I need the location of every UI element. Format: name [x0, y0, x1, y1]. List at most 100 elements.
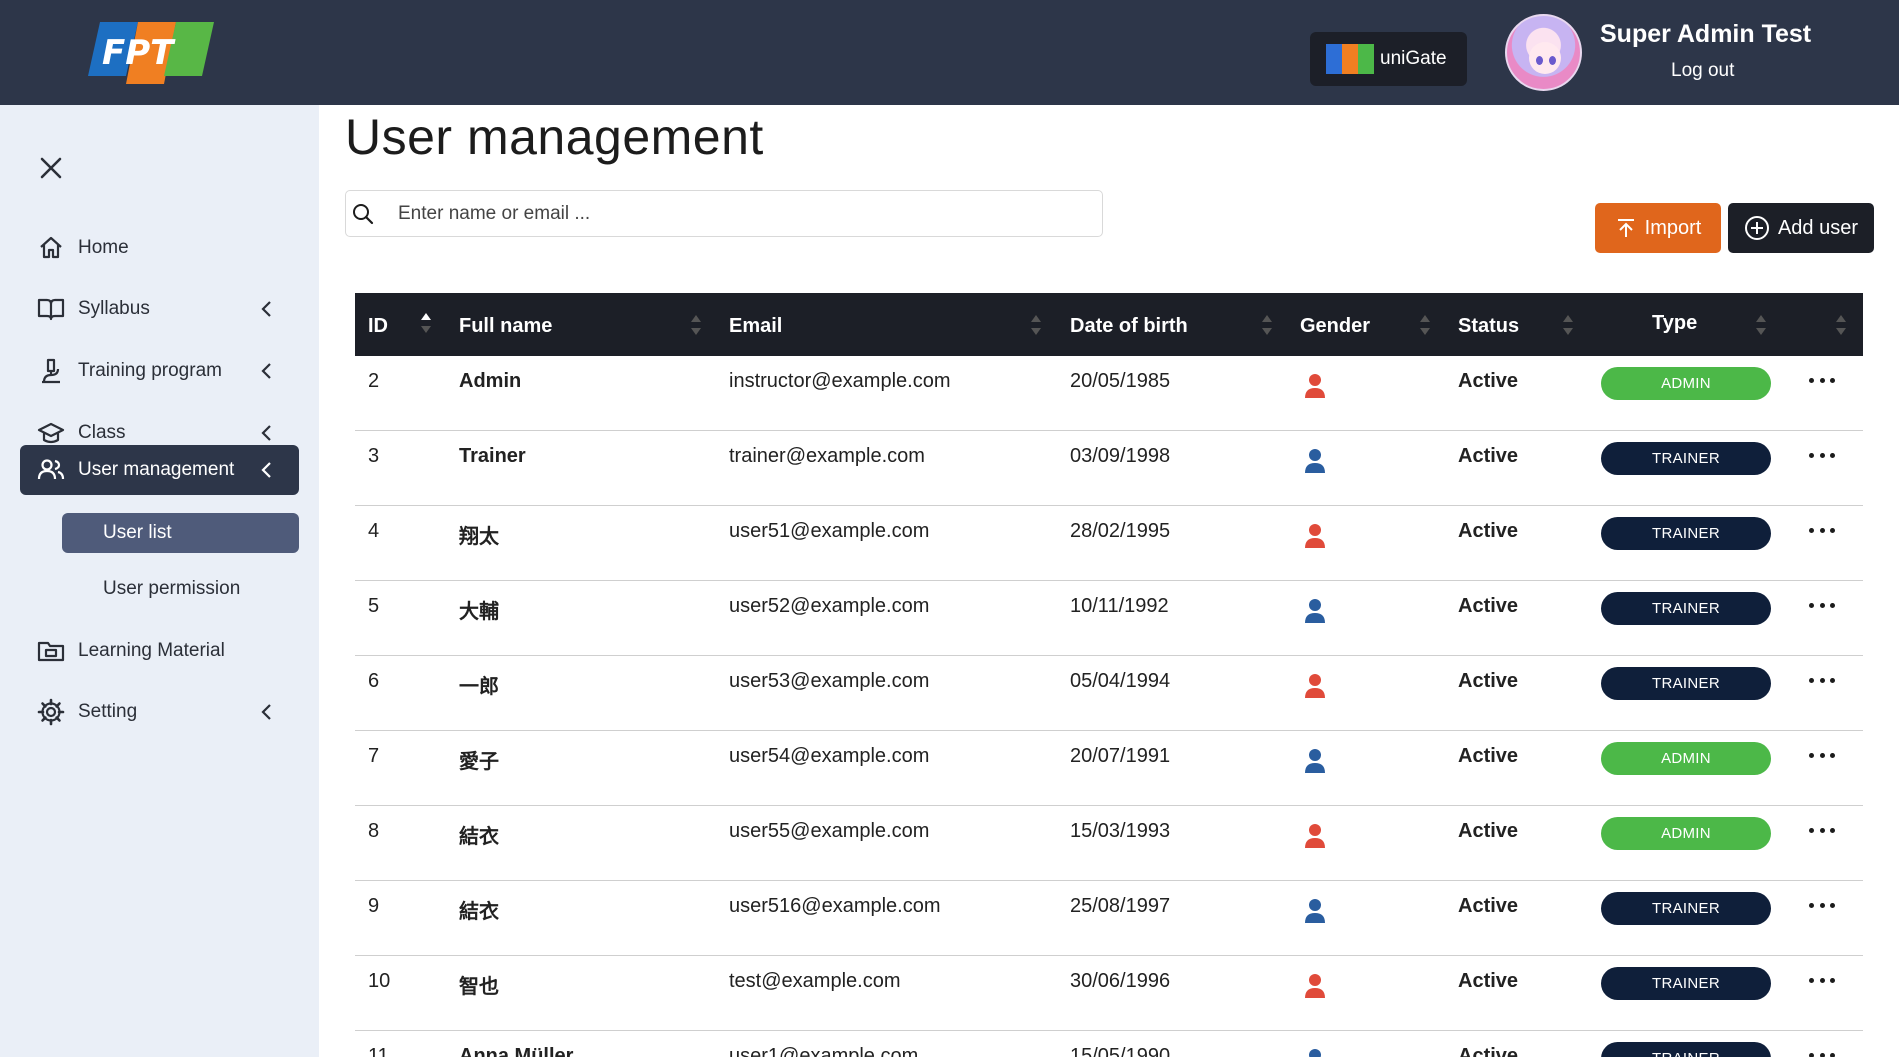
cell-email: user52@example.com — [729, 595, 930, 617]
table-row[interactable]: 9 結衣 user516@example.com 25/08/1997 Active TR… — [355, 881, 1863, 956]
cell-date-of-birth: 15/03/1993 — [1070, 820, 1171, 842]
fpt-logo[interactable]: FPT — [88, 14, 218, 90]
sidebar-item-label: Learning Material — [78, 640, 225, 661]
type-badge: TRAINER — [1601, 592, 1771, 625]
cell-email: user53@example.com — [729, 670, 930, 692]
import-label: Import — [1644, 216, 1702, 239]
avatar-eye-right — [1549, 56, 1556, 65]
type-badge: ADMIN — [1601, 817, 1771, 850]
female-user-icon — [1305, 974, 1325, 998]
type-badge: TRAINER — [1601, 442, 1771, 475]
more-actions-icon[interactable] — [1809, 978, 1835, 986]
upload-icon — [1617, 219, 1634, 237]
sort-icon[interactable] — [1755, 313, 1767, 337]
sort-icon[interactable] — [1261, 313, 1273, 337]
add-user-label: Add user — [1777, 216, 1859, 239]
cell-date-of-birth: 30/06/1996 — [1070, 970, 1171, 992]
cell-status: Active — [1458, 520, 1519, 542]
search-box[interactable] — [345, 190, 1103, 237]
column-header-type[interactable]: Type — [1652, 312, 1697, 335]
chevron-left-icon — [261, 462, 271, 478]
column-header-gender[interactable]: Gender — [1300, 315, 1370, 338]
sidebar-item-training-program[interactable]: Training program — [20, 346, 299, 396]
search-input[interactable] — [398, 202, 1048, 225]
cell-email: user1@example.com — [729, 1045, 919, 1057]
cell-full-name: Admin — [459, 370, 522, 392]
fpt-logo-text: FPT — [102, 33, 176, 73]
column-header-email[interactable]: Email — [729, 315, 782, 338]
sort-icon[interactable] — [1030, 313, 1042, 337]
more-actions-icon[interactable] — [1809, 453, 1835, 461]
cell-date-of-birth: 20/07/1991 — [1070, 745, 1171, 767]
cell-id: 10 — [368, 970, 391, 992]
more-actions-icon[interactable] — [1809, 528, 1835, 536]
add-user-button[interactable]: Add user — [1728, 203, 1874, 253]
sort-icon[interactable] — [1419, 313, 1431, 337]
sidebar-item-syllabus[interactable]: Syllabus — [20, 284, 299, 334]
cell-email: user51@example.com — [729, 520, 930, 542]
sidebar: Home Syllabus Training program Class Use… — [0, 105, 319, 1057]
column-header-id[interactable]: ID — [368, 315, 388, 338]
cell-id: 7 — [368, 745, 380, 767]
table-row[interactable]: 7 愛子 user54@example.com 20/07/1991 Active ADM… — [355, 731, 1863, 806]
more-actions-icon[interactable] — [1809, 603, 1835, 611]
cell-status: Active — [1458, 895, 1519, 917]
import-button[interactable]: Import — [1595, 203, 1721, 253]
sort-icon[interactable] — [690, 313, 702, 337]
cell-id: 8 — [368, 820, 380, 842]
microscope-icon — [36, 356, 66, 386]
sidebar-item-home[interactable]: Home — [20, 223, 299, 273]
more-actions-icon[interactable] — [1809, 828, 1835, 836]
table-row[interactable]: 10 智也 test@example.com 30/06/1996 Active TRAI… — [355, 956, 1863, 1031]
cell-id: 9 — [368, 895, 380, 917]
table-row[interactable]: 2 Admin instructor@example.com 20/05/1985 Ac… — [355, 356, 1863, 431]
table-row[interactable]: 3 Trainer trainer@example.com 03/09/1998 Act… — [355, 431, 1863, 506]
male-user-icon — [1305, 749, 1325, 773]
close-icon[interactable] — [38, 155, 64, 181]
users-icon — [36, 455, 66, 485]
sidebar-subitem-user-list[interactable]: User list — [62, 513, 299, 553]
logout-link[interactable]: Log out — [1671, 60, 1734, 82]
unigate-button[interactable]: uniGate — [1310, 32, 1467, 86]
table-row[interactable]: 6 一郎 user53@example.com 05/04/1994 Active TRA… — [355, 656, 1863, 731]
column-header-status[interactable]: Status — [1458, 315, 1519, 338]
cell-status: Active — [1458, 670, 1519, 692]
male-user-icon — [1309, 1049, 1321, 1057]
sort-icon[interactable] — [1835, 313, 1847, 337]
chevron-left-icon — [261, 363, 271, 379]
more-actions-icon[interactable] — [1809, 753, 1835, 761]
type-badge: ADMIN — [1601, 742, 1771, 775]
cell-status: Active — [1458, 370, 1519, 392]
more-actions-icon[interactable] — [1809, 678, 1835, 686]
type-badge: TRAINER — [1601, 517, 1771, 550]
sidebar-subitem-label: User permission — [103, 578, 241, 599]
sort-icon[interactable] — [420, 311, 432, 335]
plus-circle-icon — [1744, 216, 1769, 240]
cell-id: 6 — [368, 670, 380, 692]
cell-status: Active — [1458, 970, 1519, 992]
page-title: User management — [345, 109, 764, 165]
sidebar-item-setting[interactable]: Setting — [20, 687, 299, 737]
table-row[interactable]: 11 Anna Müller user1@example.com 15/05/1990… — [355, 1031, 1863, 1057]
table-row[interactable]: 8 結衣 user55@example.com 15/03/1993 Active ADM… — [355, 806, 1863, 881]
avatar[interactable] — [1505, 14, 1582, 91]
sidebar-item-label: Class — [78, 422, 126, 443]
more-actions-icon[interactable] — [1809, 903, 1835, 911]
table-row[interactable]: 5 大輔 user52@example.com 10/11/1992 Active TRA… — [355, 581, 1863, 656]
table-row[interactable]: 4 翔太 user51@example.com 28/02/1995 Active TRA… — [355, 506, 1863, 581]
unigate-icon — [1326, 44, 1374, 74]
cell-status: Active — [1458, 445, 1519, 467]
sort-icon[interactable] — [1562, 313, 1574, 337]
cell-date-of-birth: 03/09/1998 — [1070, 445, 1171, 467]
sidebar-subitem-user-permission[interactable]: User permission — [62, 569, 299, 609]
column-header-date-of-birth[interactable]: Date of birth — [1070, 315, 1188, 338]
type-badge: TRAINER — [1601, 1042, 1771, 1057]
more-actions-icon[interactable] — [1809, 378, 1835, 386]
column-header-full-name[interactable]: Full name — [459, 315, 552, 338]
sidebar-item-learning-material[interactable]: Learning Material — [20, 626, 299, 676]
sidebar-item-label: User management — [78, 459, 235, 480]
more-actions-icon[interactable] — [1809, 1053, 1835, 1057]
cell-date-of-birth: 15/05/1990 — [1070, 1045, 1171, 1057]
sidebar-item-user-management[interactable]: User management — [20, 445, 299, 495]
sidebar-subitem-label: User list — [103, 522, 172, 543]
